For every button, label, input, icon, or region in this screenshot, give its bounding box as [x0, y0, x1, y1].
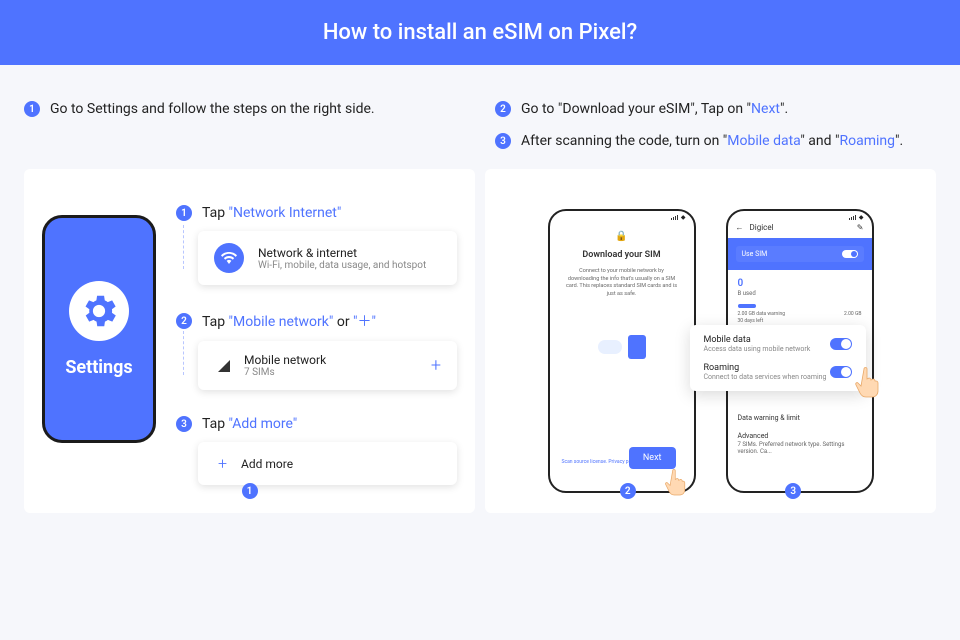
plus-icon[interactable]: +	[431, 355, 441, 376]
edit-icon[interactable]: ✎	[857, 223, 864, 232]
panels-row: Settings 1 Tap "Network Internet" Networ…	[0, 169, 960, 513]
toggle-icon	[842, 250, 858, 258]
toggle-on-icon	[830, 366, 852, 378]
next-button[interactable]: Next	[629, 447, 676, 469]
gear-icon-circle	[69, 281, 129, 341]
mobile-data-toggle-row[interactable]: Mobile dataAccess data using mobile netw…	[704, 335, 852, 353]
instructions-row: 1 Go to Settings and follow the steps on…	[0, 65, 960, 169]
toggle-on-icon	[830, 338, 852, 350]
card-subtitle: 7 SIMs	[244, 367, 326, 378]
next-link: Next	[751, 101, 780, 117]
card-subtitle: Wi-Fi, mobile, data usage, and hotspot	[258, 260, 426, 271]
mock-title: Download your SIM	[582, 250, 660, 260]
card-title: Add more	[241, 457, 293, 471]
card-title: Network & internet	[258, 246, 426, 260]
panel-badge-2: 2	[620, 483, 636, 499]
instruction-right: 2 Go to "Download your eSIM", Tap on "Ne…	[495, 101, 936, 149]
carrier-name: Digicel	[750, 223, 774, 232]
gear-icon	[78, 290, 120, 332]
roaming-link: Roaming	[839, 133, 895, 149]
hand-pointer-icon	[854, 365, 884, 399]
substep-3: 3 Tap "Add more" + Add more	[176, 416, 457, 485]
substep-badge: 2	[176, 313, 192, 329]
status-bar: ◆	[550, 211, 694, 223]
substep-badge: 3	[176, 416, 192, 432]
mobile-network-card[interactable]: Mobile network 7 SIMs +	[198, 341, 457, 390]
panel-badge-1: 1	[242, 483, 258, 499]
instruction-text: Go to Settings and follow the steps on t…	[50, 101, 375, 117]
panel-badge-3: 3	[785, 483, 801, 499]
mock-description: Connect to your mobile network by downlo…	[564, 268, 680, 299]
page-header: How to install an eSIM on Pixel?	[0, 0, 960, 65]
instruction-text: Go to "Download your eSIM", Tap on "Next…	[521, 101, 788, 117]
settings-label: Settings	[65, 357, 132, 378]
download-sim-phone-mock: ◆ 🔒 Download your SIM Connect to your mo…	[548, 209, 696, 493]
status-bar: ◆	[728, 211, 872, 223]
use-sim-toggle-row[interactable]: Use SIM	[736, 246, 864, 262]
substeps-column: 1 Tap "Network Internet" Network & inter…	[176, 205, 457, 493]
step-badge-2: 2	[495, 101, 511, 117]
panel-step-1: Settings 1 Tap "Network Internet" Networ…	[24, 169, 475, 513]
page-title: How to install an eSIM on Pixel?	[323, 20, 637, 45]
add-more-card[interactable]: + Add more	[198, 442, 457, 485]
wifi-icon	[214, 243, 244, 273]
step-badge-3: 3	[495, 133, 511, 149]
settings-phone-mock: Settings	[42, 215, 156, 443]
step-badge-1: 1	[24, 101, 40, 117]
panel-steps-2-3: ◆ 🔒 Download your SIM Connect to your mo…	[485, 169, 936, 513]
lock-icon: 🔒	[615, 231, 627, 242]
sim-illustration	[582, 327, 662, 367]
mock-footer-links: Scan source license. Privacy path	[562, 459, 636, 465]
card-title: Mobile network	[244, 353, 326, 367]
roaming-toggle-row[interactable]: RoamingConnect to data services when roa…	[704, 363, 852, 381]
instruction-left: 1 Go to Settings and follow the steps on…	[24, 101, 465, 149]
mobile-data-link: Mobile data	[727, 133, 800, 149]
toggle-overlay-card: Mobile dataAccess data using mobile netw…	[690, 325, 866, 391]
signal-icon	[218, 360, 230, 372]
network-internet-card[interactable]: Network & internet Wi-Fi, mobile, data u…	[198, 231, 457, 285]
instruction-text: After scanning the code, turn on "Mobile…	[521, 133, 903, 149]
substep-badge: 1	[176, 205, 192, 221]
plus-icon: +	[218, 454, 227, 473]
substep-2: 2 Tap "Mobile network" or "＋" Mobile net…	[176, 311, 457, 390]
back-icon[interactable]: ←	[736, 223, 744, 232]
data-usage-bar	[738, 304, 756, 308]
substep-1: 1 Tap "Network Internet" Network & inter…	[176, 205, 457, 285]
